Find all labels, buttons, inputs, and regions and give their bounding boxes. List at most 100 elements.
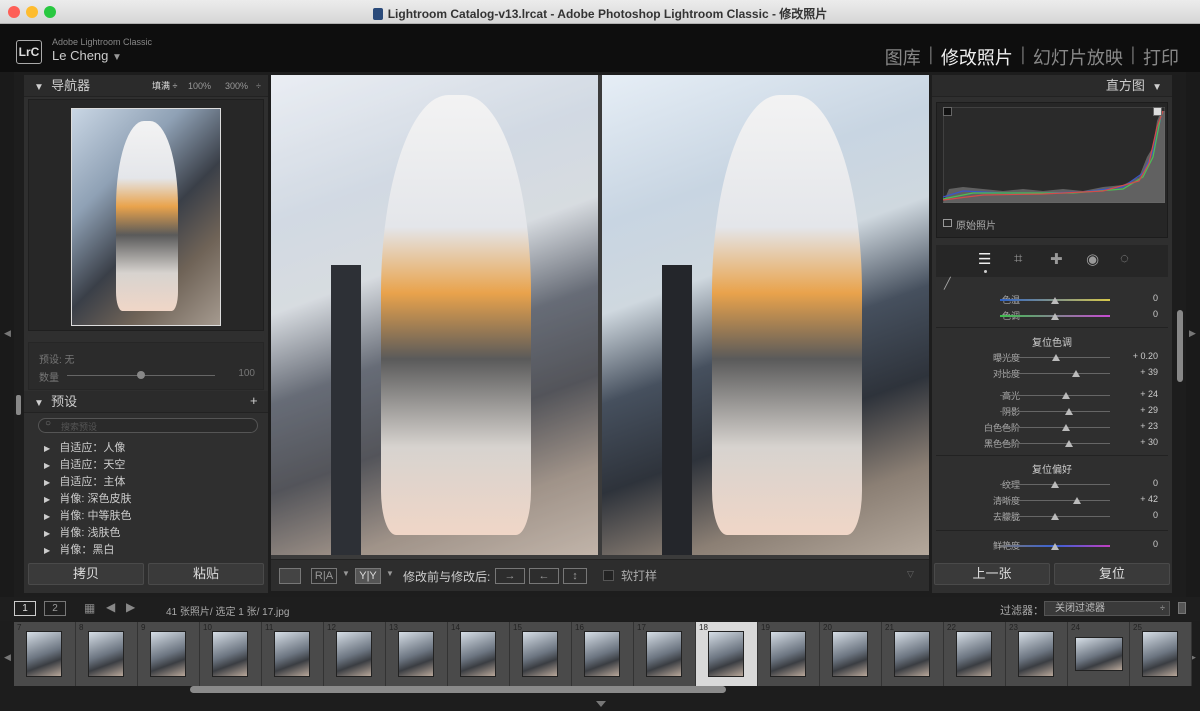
blacks-slider-knob[interactable] [1065,440,1074,447]
blacks-value[interactable]: + 30 [1108,437,1158,447]
filmstrip-info[interactable]: 41 张照片/ 选定 1 张/ 17.jpg [166,603,289,618]
filmstrip-thumbnail[interactable] [274,631,310,677]
filmstrip-thumbnail[interactable] [832,631,868,677]
dropdown-arrow-icon[interactable]: ▼ [342,569,350,578]
preset-group-item[interactable]: ▶ 肖像: 深色皮肤 [24,490,268,507]
loupe-view-button[interactable] [279,568,301,584]
texture-slider-knob[interactable] [1051,481,1059,488]
sliders-icon[interactable]: ☰ [978,250,991,268]
copy-after-to-before-button[interactable]: ← [529,568,559,584]
temp-slider-knob[interactable] [1051,297,1059,304]
zoom-100-option[interactable]: 100% [188,75,211,97]
filmstrip-cell[interactable]: 10 [200,622,262,686]
red-eye-icon[interactable]: ◉ [1086,250,1099,268]
filmstrip-cell[interactable]: 19 [758,622,820,686]
healing-icon[interactable]: ✚ [1050,250,1063,268]
whites-slider-track[interactable] [1000,427,1110,428]
histogram-graph[interactable] [943,107,1165,203]
shadows-slider-knob[interactable] [1065,408,1074,415]
preset-group-item[interactable]: ▶ 自适应：天空 [24,456,268,473]
highlights-value[interactable]: + 24 [1108,389,1158,399]
filter-lock-icon[interactable] [1178,602,1186,614]
filmstrip-cell[interactable]: 16 [572,622,634,686]
filmstrip-scroll-left-icon[interactable]: ◀ [4,652,11,663]
filmstrip-thumbnail[interactable] [1142,631,1178,677]
filmstrip-thumbnail[interactable] [212,631,248,677]
module-slideshow[interactable]: 幻灯片放映 [1026,44,1130,70]
filmstrip-thumbnail[interactable] [1018,631,1054,677]
filmstrip-thumbnail[interactable] [460,631,496,677]
navigator-preview[interactable] [28,99,264,331]
filmstrip-cell[interactable]: 13 [386,622,448,686]
filmstrip-cell[interactable]: 25 [1130,622,1192,686]
original-photo-checkbox[interactable] [943,219,952,227]
before-photo[interactable] [271,75,598,555]
filmstrip-thumbnail[interactable] [150,631,186,677]
whites-slider-knob[interactable] [1062,424,1070,431]
copy-settings-button[interactable]: 拷贝 [28,563,144,585]
filmstrip-cell[interactable]: 14 [448,622,510,686]
vibrance-slider-knob[interactable] [1051,543,1059,550]
reset-presence-button[interactable]: 复位偏好 [932,461,1172,476]
filmstrip-cell[interactable]: 7 [14,622,76,686]
histogram-header[interactable]: 直方图 ▼ [932,75,1172,97]
filmstrip-cell[interactable]: 15 [510,622,572,686]
whites-value[interactable]: + 23 [1108,421,1158,431]
add-preset-icon[interactable]: + [250,390,258,412]
highlights-slider-knob[interactable] [1062,392,1070,399]
preset-group-item[interactable]: ▶ 肖像: 中等肤色 [24,507,268,524]
toolbar-menu-icon[interactable]: ▽ [907,569,914,580]
copy-before-to-after-button[interactable]: → [495,568,525,584]
reset-tone-button[interactable]: 复位色调 [932,334,1172,349]
temp-value[interactable]: 0 [1108,293,1158,303]
filmstrip-thumbnail[interactable] [88,631,124,677]
reset-button[interactable]: 复位 [1054,563,1170,585]
zoom-fill-option[interactable]: 填满 ÷ [152,75,177,97]
shadows-value[interactable]: + 29 [1108,405,1158,415]
contrast-value[interactable]: + 39 [1108,367,1158,377]
amount-slider-knob[interactable] [137,371,145,379]
navigator-header[interactable]: ▼ 导航器 填满 ÷ 100% 300% ÷ [24,75,268,97]
filmstrip-thumbnail[interactable] [708,631,744,677]
right-panel-toggle-icon[interactable]: ▶ [1189,328,1196,339]
vibrance-value[interactable]: 0 [1108,539,1158,549]
filmstrip-thumbnail[interactable] [956,631,992,677]
highlights-slider-track[interactable] [1000,395,1110,396]
blacks-slider-track[interactable] [1000,443,1110,444]
preset-search-field[interactable]: ○ 搜索预设 [38,418,258,433]
left-panel-toggle-icon[interactable]: ◀ [4,328,11,339]
paste-settings-button[interactable]: 粘贴 [148,563,264,585]
swap-before-after-button[interactable]: ↕ [563,568,587,584]
secondary-window-button[interactable]: 2 [44,601,66,616]
tint-slider-knob[interactable] [1051,313,1059,320]
clarity-slider-knob[interactable] [1073,497,1081,504]
preset-group-item[interactable]: ▶ 自适应：人像 [24,439,268,456]
zoom-300-option[interactable]: 300% [225,75,248,97]
previous-settings-button[interactable]: 上一张 [934,563,1050,585]
filmstrip-cell[interactable]: 21 [882,622,944,686]
right-panel-scrollbar[interactable] [1177,310,1183,382]
preset-group-item[interactable]: ▶ 自适应：主体 [24,473,268,490]
shadows-slider-track[interactable] [1000,411,1110,412]
collapse-bottom-panel-icon[interactable] [596,701,606,707]
filmstrip-cell[interactable]: 20 [820,622,882,686]
module-library[interactable]: 图库 [878,44,928,70]
filmstrip-cell[interactable]: 12 [324,622,386,686]
filmstrip-thumbnail[interactable] [770,631,806,677]
module-print[interactable]: 打印 [1136,44,1186,70]
presets-header[interactable]: ▼ 预设 + [24,391,268,413]
filmstrip-thumbnail[interactable] [26,631,62,677]
dehaze-value[interactable]: 0 [1108,510,1158,520]
forward-arrow-icon[interactable]: ▶ [126,600,135,614]
primary-window-button[interactable]: 1 [14,601,36,616]
filmstrip-thumbnail[interactable] [646,631,682,677]
filmstrip-thumbnail[interactable] [522,631,558,677]
before-after-split-button[interactable]: Y|Y [355,568,381,584]
before-after-left-right-button[interactable]: R|A [311,568,337,584]
filmstrip-thumbnail[interactable] [584,631,620,677]
eyedropper-icon[interactable]: ╱ [944,277,951,290]
exposure-value[interactable]: + 0.20 [1108,351,1158,361]
contrast-slider-track[interactable] [1000,373,1110,374]
texture-value[interactable]: 0 [1108,478,1158,488]
shadow-clipping-icon[interactable] [943,107,952,116]
